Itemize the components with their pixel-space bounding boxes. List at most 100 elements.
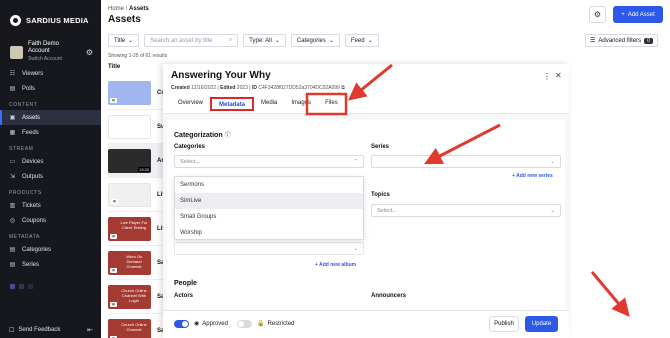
category-option[interactable]: Small Groups <box>175 209 363 225</box>
sidebar-item-outputs[interactable]: ⇲ Outputs <box>0 169 101 184</box>
sidebar-item-tickets[interactable]: ▥ Tickets <box>0 198 101 213</box>
sidebar-item-label: Devices <box>22 158 44 165</box>
poll-icon: ▤ <box>9 86 16 92</box>
metadata-scroll-area[interactable]: Categorization ⓘ Categories Select... ⌃ S… <box>163 114 569 310</box>
sidebar-item-assets[interactable]: ▣ Assets <box>0 110 101 125</box>
topics-select[interactable]: Select... ⌄ <box>371 204 561 217</box>
categories-dropdown: Sermons SimLive Small Groups Worship <box>174 176 364 240</box>
brand[interactable]: SARDIUS MEDIA <box>0 0 101 32</box>
add-new-series-link[interactable]: + Add new series <box>512 173 553 179</box>
categories-placeholder: Select... <box>180 158 200 165</box>
settings-button[interactable]: ⚙ <box>589 6 606 23</box>
restricted-toggle-knob <box>238 321 244 327</box>
feedback-icon: ☐ <box>9 327 15 334</box>
categorization-title: Categorization ⓘ <box>174 132 231 139</box>
sidebar-item-label: Viewers <box>22 70 44 77</box>
account-name: Faith Demo Account <box>28 41 60 54</box>
series-select[interactable]: ⌄ <box>371 155 561 168</box>
sidebar-footer: ☐ Send Feedback ⇤ <box>0 278 101 338</box>
sardius-logo-icon <box>10 15 21 26</box>
advanced-filters-label: Advanced filters <box>598 37 642 44</box>
lock-icon: 🔒 <box>257 321 265 327</box>
chevron-down-icon: ⌄ <box>128 38 134 44</box>
collapse-sidebar-icon[interactable]: ⇤ <box>87 326 93 334</box>
restricted-toggle[interactable] <box>237 320 252 328</box>
sidebar: SARDIUS MEDIA Faith Demo Account Switch … <box>0 0 101 338</box>
thumbnail-caption: Church Online Channel With Login <box>121 287 147 303</box>
asset-detail-panel: Answering Your Why Created 12/16/2022 | … <box>163 64 569 338</box>
sidebar-item-categories[interactable]: ▤ Categories <box>0 242 101 257</box>
sidebar-item-polls[interactable]: ▤ Polls <box>0 81 101 96</box>
feeds-icon: ▦ <box>9 130 16 136</box>
send-feedback-button[interactable]: ☐ Send Feedback ⇤ <box>0 326 101 334</box>
tab-images[interactable]: Images <box>284 97 318 111</box>
approved-toggle-knob <box>182 321 188 327</box>
sidebar-item-feeds[interactable]: ▦ Feeds <box>0 125 101 140</box>
chevron-down-icon: ⌄ <box>550 158 555 165</box>
chevron-down-icon: ⌄ <box>353 245 358 252</box>
sidebar-item-viewers[interactable]: ☷ Viewers <box>0 66 101 81</box>
user-info[interactable] <box>0 278 101 304</box>
type-select[interactable]: Type: All ⌄ <box>243 34 286 47</box>
chevron-up-icon: ⌃ <box>353 158 358 165</box>
advanced-filters-button[interactable]: ☰ Advanced filters 0 <box>585 34 658 47</box>
people-title: People <box>174 280 197 287</box>
sidebar-item-label: Series <box>22 261 40 268</box>
info-icon[interactable]: ⓘ <box>225 133 231 139</box>
duration-badge: 13:20 <box>137 166 150 172</box>
sidebar-item-label: Categories <box>22 246 52 253</box>
title-select[interactable]: Title ⌄ <box>108 34 140 47</box>
send-feedback-label: Send Feedback <box>18 327 61 333</box>
actors-label: Actors <box>174 293 194 299</box>
asset-thumbnail: Video On Demand Channel ▦ <box>108 250 151 275</box>
search-icon: ⌕ <box>228 37 233 43</box>
breadcrumb-home[interactable]: Home <box>108 6 124 12</box>
sidebar-item-label: Outputs <box>22 173 44 180</box>
account-switcher[interactable]: Faith Demo Account Switch Account ⚙ <box>0 32 101 64</box>
topics-placeholder: Select... <box>377 207 397 214</box>
switch-account-label[interactable]: Switch Account <box>28 56 80 63</box>
eye-icon: ◉ <box>194 321 200 327</box>
category-option[interactable]: Sermons <box>175 177 363 193</box>
outputs-icon: ⇲ <box>9 174 16 180</box>
account-settings-icon[interactable]: ⚙ <box>86 48 93 57</box>
sidebar-item-coupons[interactable]: ◎ Coupons <box>0 213 101 228</box>
more-menu-icon[interactable]: ⋮ <box>543 72 551 81</box>
media-type-icon: ▦ <box>110 267 117 273</box>
tab-media[interactable]: Media <box>254 97 284 111</box>
album-select[interactable]: ⌄ <box>174 242 364 255</box>
asset-thumbnail: Live Player For Client Testing ▦ <box>108 216 151 241</box>
sidebar-item-devices[interactable]: ▭ Devices <box>0 154 101 169</box>
add-new-album-link[interactable]: + Add new album <box>315 262 356 268</box>
thumbnail-caption: Video On Demand Channel <box>125 253 143 269</box>
approved-status: ◉ Approved <box>194 320 228 328</box>
coupon-icon: ◎ <box>9 218 16 224</box>
announcers-label: Announcers <box>371 293 407 299</box>
gear-icon: ⚙ <box>593 10 602 19</box>
tab-metadata[interactable]: Metadata <box>210 97 255 111</box>
categories-select[interactable]: Categories ⌄ <box>290 34 340 47</box>
thumbnail-caption: Church Online Channel <box>121 321 147 332</box>
edited-date: 2023 <box>236 85 248 91</box>
publish-button[interactable]: Publish <box>489 316 519 332</box>
asset-thumbnail: ▦ <box>108 80 151 105</box>
sidebar-item-series[interactable]: ▤ Series <box>0 257 101 272</box>
add-asset-button[interactable]: + Add Asset <box>613 6 663 23</box>
categories-select[interactable]: Select... ⌃ <box>174 155 364 168</box>
copy-icon[interactable]: ⧉ <box>341 85 345 91</box>
feed-select[interactable]: Feed ⌄ <box>344 34 379 47</box>
plus-icon: + <box>621 11 625 18</box>
approved-toggle[interactable] <box>174 320 189 328</box>
category-option[interactable]: Worship <box>175 225 363 241</box>
feed-select-value: Feed <box>350 37 365 44</box>
tab-overview[interactable]: Overview <box>171 97 210 111</box>
close-icon[interactable]: ✕ <box>555 71 562 80</box>
chevron-down-icon: ⌄ <box>367 38 373 44</box>
category-option[interactable]: SimLive <box>175 193 363 209</box>
created-date: 12/16/2022 <box>191 85 217 91</box>
devices-icon: ▭ <box>9 159 16 165</box>
update-button[interactable]: Update <box>525 316 558 332</box>
restricted-label: Restricted <box>267 320 295 327</box>
tab-files[interactable]: Files <box>318 97 345 111</box>
search-input[interactable]: Search an asset by title ⌕ <box>144 34 239 47</box>
